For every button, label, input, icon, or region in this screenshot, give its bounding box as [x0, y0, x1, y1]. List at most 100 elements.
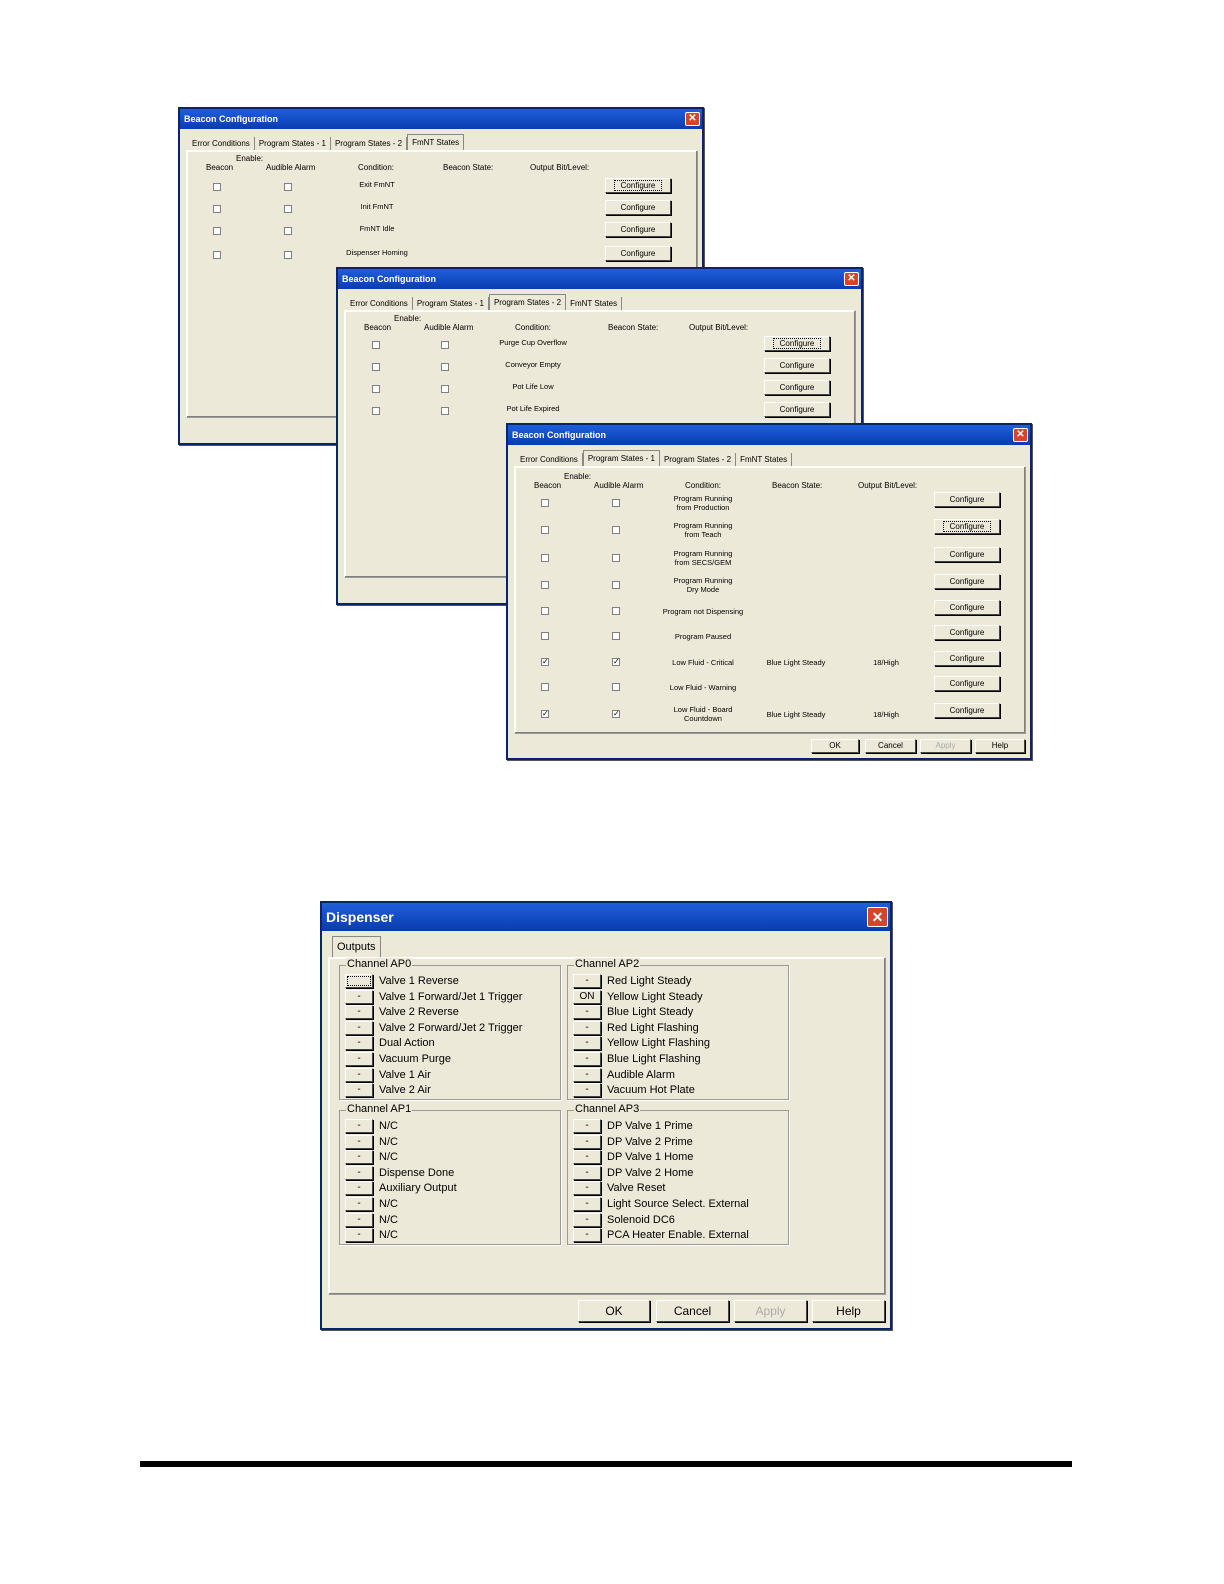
output-toggle-button[interactable]	[345, 974, 373, 988]
audible-checkbox[interactable]	[612, 554, 620, 562]
tab-program-states-2[interactable]: Program States - 2	[488, 294, 567, 310]
output-toggle-button[interactable]: -	[573, 1067, 601, 1082]
tab-program-states-1[interactable]: Program States - 1	[582, 450, 660, 466]
apply-button[interactable]: Apply	[920, 739, 971, 753]
beacon-checkbox[interactable]	[213, 227, 221, 235]
tab-fmnt-states[interactable]: FmNT States	[407, 134, 465, 150]
output-toggle-button[interactable]: -	[345, 1197, 373, 1211]
audible-checkbox[interactable]	[284, 205, 292, 213]
audible-checkbox[interactable]	[612, 499, 620, 507]
beacon-checkbox[interactable]	[372, 363, 380, 371]
audible-checkbox[interactable]	[441, 407, 449, 415]
output-toggle-button[interactable]: -	[345, 1181, 373, 1196]
output-toggle-button[interactable]: -	[573, 1228, 601, 1243]
audible-checkbox[interactable]	[441, 363, 449, 371]
beacon-checkbox[interactable]	[213, 205, 221, 213]
beacon-checkbox[interactable]	[541, 554, 549, 562]
output-toggle-button[interactable]: -	[573, 1083, 601, 1098]
configure-button[interactable]: Configure	[934, 547, 1000, 562]
audible-checkbox[interactable]	[441, 341, 449, 349]
output-toggle-button[interactable]: -	[573, 1052, 601, 1066]
tab-error-conditions[interactable]: Error Conditions	[516, 453, 583, 466]
output-toggle-button[interactable]: -	[345, 1134, 373, 1149]
ok-button[interactable]: OK	[578, 1300, 650, 1322]
tab-error-conditions[interactable]: Error Conditions	[188, 137, 255, 150]
output-toggle-button[interactable]: -	[573, 1212, 601, 1227]
configure-button[interactable]: Configure	[934, 676, 1000, 691]
output-toggle-button[interactable]: -	[345, 1228, 373, 1243]
audible-checkbox[interactable]	[612, 683, 620, 691]
beacon-checkbox[interactable]	[372, 341, 380, 349]
cancel-button[interactable]: Cancel	[656, 1300, 729, 1322]
configure-button[interactable]: Configure	[605, 246, 671, 261]
tab-outputs[interactable]: Outputs	[332, 936, 381, 958]
configure-button[interactable]: Configure	[934, 703, 1000, 718]
configure-button[interactable]: Configure	[764, 402, 830, 417]
beacon-checkbox[interactable]	[213, 251, 221, 259]
beacon-checkbox[interactable]	[372, 385, 380, 393]
output-toggle-button[interactable]: -	[345, 1165, 373, 1180]
beacon-checkbox[interactable]	[541, 499, 549, 507]
configure-button[interactable]: Configure	[934, 519, 1000, 534]
tab-program-states-2[interactable]: Program States - 2	[331, 137, 408, 150]
output-toggle-button[interactable]: -	[345, 1067, 373, 1082]
beacon-checkbox[interactable]	[213, 183, 221, 191]
beacon-checkbox[interactable]: ✓	[541, 710, 549, 718]
output-toggle-button[interactable]: -	[345, 1036, 373, 1051]
output-toggle-button[interactable]: -	[573, 1150, 601, 1165]
close-icon[interactable]: ✕	[844, 272, 859, 286]
output-toggle-button[interactable]: -	[573, 1165, 601, 1180]
cancel-button[interactable]: Cancel	[865, 739, 916, 753]
configure-button[interactable]: Configure	[934, 625, 1000, 640]
configure-button[interactable]: Configure	[605, 222, 671, 237]
configure-button[interactable]: Configure	[605, 178, 671, 193]
beacon-checkbox[interactable]	[541, 581, 549, 589]
configure-button[interactable]: Configure	[605, 200, 671, 215]
beacon-checkbox[interactable]	[541, 607, 549, 615]
beacon-checkbox[interactable]	[541, 683, 549, 691]
configure-button[interactable]: Configure	[934, 492, 1000, 507]
audible-checkbox[interactable]: ✓	[612, 658, 620, 666]
output-toggle-button[interactable]: -	[345, 1052, 373, 1066]
audible-checkbox[interactable]	[612, 526, 620, 534]
output-toggle-button[interactable]: -	[345, 1020, 373, 1035]
tab-fmnt-states[interactable]: FmNT States	[566, 297, 623, 310]
beacon-checkbox[interactable]	[541, 526, 549, 534]
output-toggle-button[interactable]: -	[345, 1212, 373, 1227]
audible-checkbox[interactable]	[284, 227, 292, 235]
output-toggle-button[interactable]: -	[573, 1181, 601, 1196]
tab-program-states-2[interactable]: Program States - 2	[660, 453, 737, 466]
configure-button[interactable]: Configure	[764, 358, 830, 373]
output-toggle-button[interactable]: -	[573, 1005, 601, 1020]
audible-checkbox[interactable]	[284, 183, 292, 191]
audible-checkbox[interactable]	[612, 607, 620, 615]
audible-checkbox[interactable]	[612, 632, 620, 640]
close-icon[interactable]: ✕	[867, 907, 888, 927]
audible-checkbox[interactable]	[284, 251, 292, 259]
beacon-checkbox[interactable]: ✓	[541, 658, 549, 666]
audible-checkbox[interactable]	[441, 385, 449, 393]
tab-program-states-1[interactable]: Program States - 1	[255, 137, 331, 150]
audible-checkbox[interactable]	[612, 581, 620, 589]
tab-fmnt-states[interactable]: FmNT States	[736, 453, 793, 466]
help-button[interactable]: Help	[812, 1300, 885, 1322]
close-icon[interactable]: ✕	[1013, 428, 1028, 442]
beacon-checkbox[interactable]	[372, 407, 380, 415]
ok-button[interactable]: OK	[811, 739, 859, 753]
configure-button[interactable]: Configure	[934, 574, 1000, 589]
configure-button[interactable]: Configure	[764, 380, 830, 395]
configure-button[interactable]: Configure	[764, 336, 830, 351]
output-toggle-button[interactable]: -	[345, 1150, 373, 1165]
output-toggle-button[interactable]: ON	[573, 989, 601, 1004]
audible-checkbox[interactable]: ✓	[612, 710, 620, 718]
output-toggle-button[interactable]: -	[345, 1119, 373, 1133]
output-toggle-button[interactable]: -	[345, 989, 373, 1004]
output-toggle-button[interactable]: -	[573, 1197, 601, 1211]
beacon-checkbox[interactable]	[541, 632, 549, 640]
apply-button[interactable]: Apply	[734, 1300, 807, 1322]
output-toggle-button[interactable]: -	[573, 1134, 601, 1149]
output-toggle-button[interactable]: -	[345, 1005, 373, 1020]
tab-error-conditions[interactable]: Error Conditions	[346, 297, 413, 310]
tab-program-states-1[interactable]: Program States - 1	[413, 297, 489, 310]
close-icon[interactable]: ✕	[685, 112, 700, 126]
